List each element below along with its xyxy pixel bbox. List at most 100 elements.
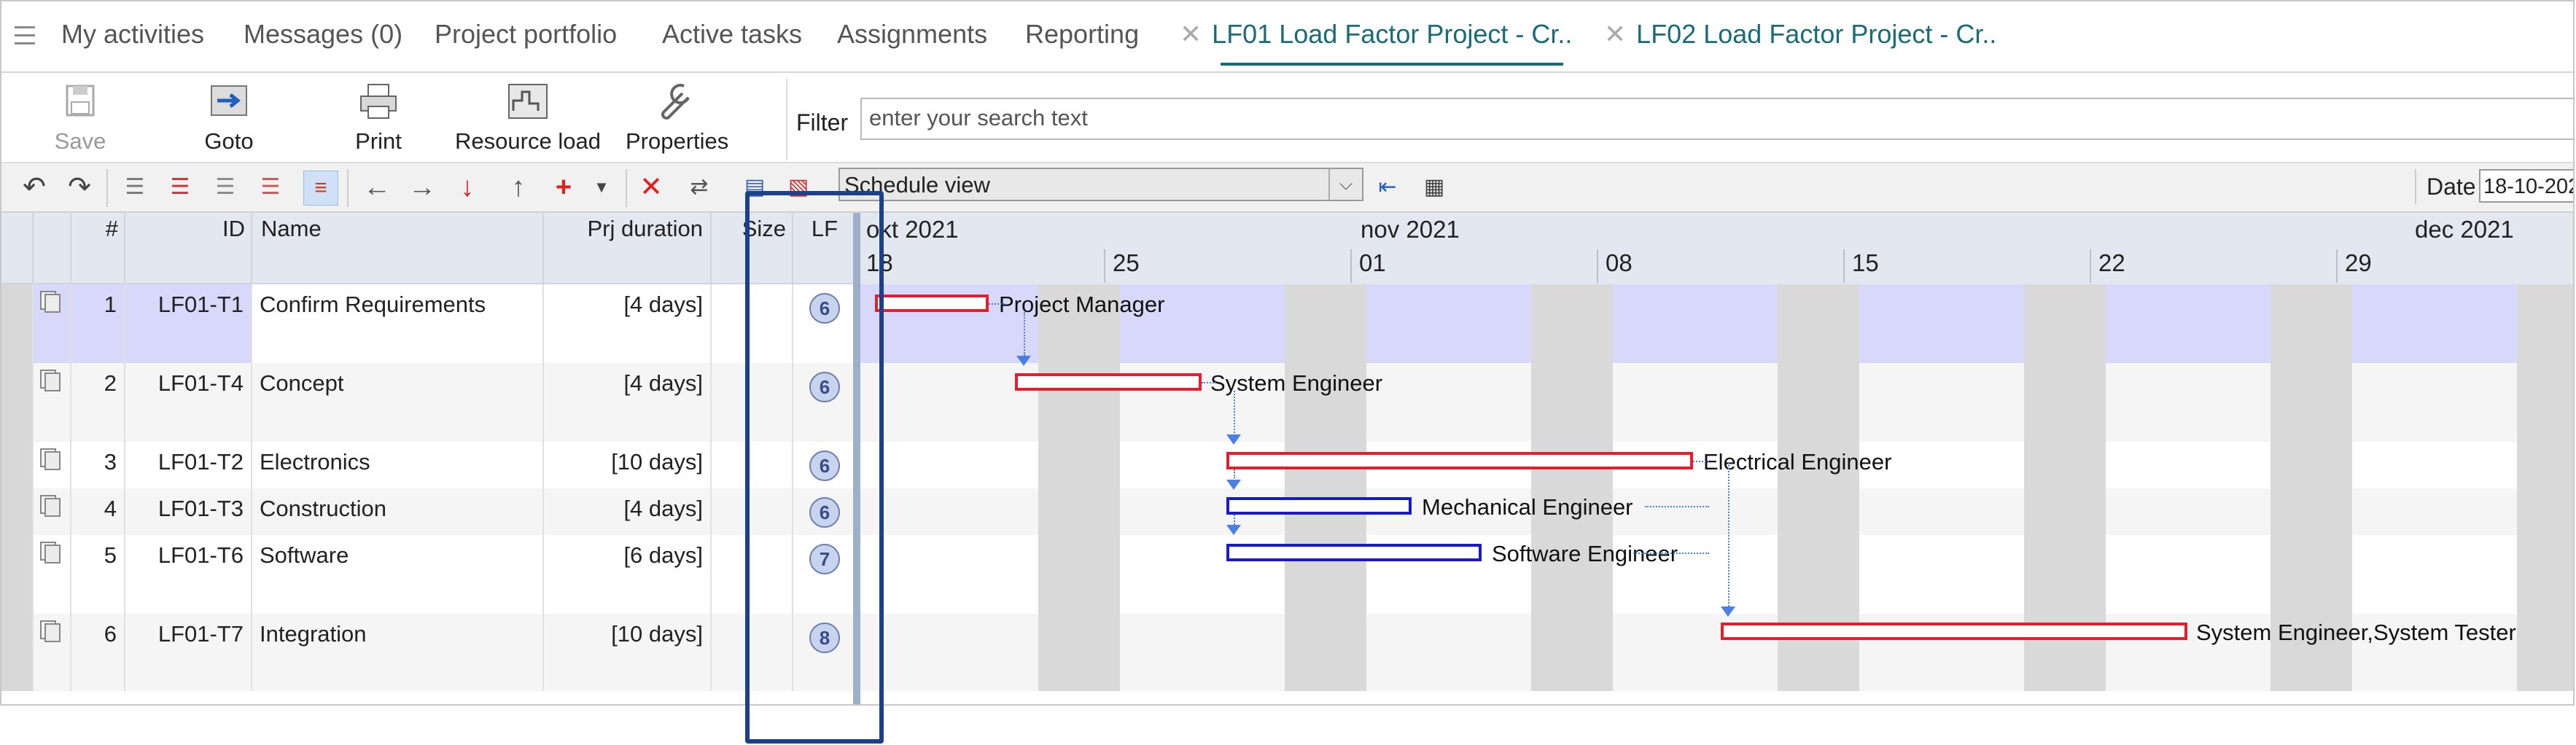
- view-select[interactable]: Schedule view ⌵: [838, 168, 1363, 201]
- filter-input[interactable]: enter your search text: [860, 98, 2573, 140]
- close-icon[interactable]: ✕: [1604, 19, 1626, 49]
- task-duration[interactable]: [10 days]: [544, 614, 712, 691]
- row-selector[interactable]: [1, 614, 34, 691]
- resource-label: System Engineer: [1210, 370, 1383, 396]
- gantt-bar-task-3[interactable]: [1226, 452, 1693, 469]
- column-header-duration[interactable]: Prj duration: [544, 213, 712, 284]
- tab-messages[interactable]: Messages (0): [244, 19, 402, 50]
- indent-icon[interactable]: ☰: [118, 171, 152, 204]
- tab-lf02-label: LF02 Load Factor Project - Cr..: [1636, 19, 1997, 49]
- arrow-left-icon[interactable]: ←: [360, 171, 394, 204]
- column-header-id[interactable]: ID: [125, 213, 252, 284]
- row-icon-cell: [34, 488, 71, 535]
- dependency-link: [1202, 382, 1216, 383]
- gantt-bar-task-4[interactable]: [1226, 497, 1412, 515]
- column-header-name[interactable]: Name: [252, 213, 544, 284]
- arrow-right-icon[interactable]: →: [405, 171, 439, 204]
- task-id[interactable]: LF01-T3: [125, 488, 252, 535]
- task-name[interactable]: Software: [252, 535, 544, 614]
- document-icon[interactable]: [38, 446, 63, 471]
- gantt-options-icon[interactable]: ▦: [1417, 171, 1451, 204]
- dependency-link: [1633, 553, 1709, 554]
- task-duration[interactable]: [6 days]: [544, 535, 712, 614]
- add-icon[interactable]: +: [547, 171, 580, 204]
- resource-label: Software Engineer: [1492, 541, 1678, 566]
- tab-active-tasks[interactable]: Active tasks: [662, 19, 802, 50]
- save-button[interactable]: Save: [51, 82, 109, 155]
- chevron-down-icon[interactable]: ▼: [585, 171, 618, 204]
- redo-icon[interactable]: ↷: [63, 171, 96, 204]
- tab-lf01-project[interactable]: ✕ LF01 Load Factor Project - Cr..: [1180, 19, 1572, 50]
- task-id[interactable]: LF01-T1: [125, 284, 252, 363]
- task-name[interactable]: Integration: [252, 614, 544, 691]
- delete-row-icon[interactable]: ☰: [254, 171, 287, 204]
- delete-icon[interactable]: ✕: [634, 171, 668, 204]
- row-selector[interactable]: [1, 488, 34, 535]
- day-tick: [1843, 249, 1845, 283]
- filter-label: Filter: [796, 109, 849, 136]
- gantt-link-icon[interactable]: ⇤: [1371, 171, 1404, 204]
- task-duration[interactable]: [4 days]: [544, 363, 712, 442]
- day-label: 01: [1359, 249, 1386, 276]
- task-duration[interactable]: [10 days]: [544, 442, 712, 488]
- day-tick: [1597, 249, 1598, 283]
- arrow-down-icon[interactable]: ↓: [451, 171, 484, 204]
- day-tick: [2090, 249, 2091, 283]
- task-id[interactable]: LF01-T7: [125, 614, 252, 691]
- task-name[interactable]: Concept: [252, 363, 544, 442]
- undo-icon[interactable]: ↶: [17, 171, 51, 204]
- column-header-num[interactable]: #: [71, 213, 125, 284]
- tab-lf01-label: LF01 Load Factor Project - Cr..: [1212, 19, 1573, 49]
- gantt-bar-task-2[interactable]: [1015, 373, 1202, 391]
- outdent-icon[interactable]: ☰: [163, 171, 197, 204]
- row-selector[interactable]: [1, 442, 34, 488]
- align-icon[interactable]: ≡: [303, 171, 338, 206]
- gantt-bar-task-1[interactable]: [875, 295, 989, 312]
- resource-load-button[interactable]: Resource load: [454, 82, 602, 155]
- row-selector[interactable]: [1, 284, 34, 363]
- tab-project-portfolio[interactable]: Project portfolio: [435, 19, 617, 50]
- gantt-bar-task-5[interactable]: [1226, 544, 1482, 561]
- task-duration[interactable]: [4 days]: [544, 488, 712, 535]
- task-id[interactable]: LF01-T2: [125, 442, 252, 488]
- task-id[interactable]: LF01-T6: [125, 535, 252, 614]
- task-name[interactable]: Construction: [252, 488, 544, 535]
- document-icon[interactable]: [38, 539, 63, 564]
- gantt-bar-task-6[interactable]: [1721, 623, 2187, 640]
- document-icon[interactable]: [38, 289, 63, 313]
- date-input[interactable]: 18-10-2021: [2479, 169, 2573, 203]
- insert-row-icon[interactable]: ☰: [209, 171, 242, 204]
- floppy-disk-icon: [58, 82, 102, 122]
- link-tasks-icon[interactable]: ⇄: [682, 171, 716, 204]
- weekend-shading: [1038, 284, 1120, 691]
- row-selector[interactable]: [1, 363, 34, 442]
- tab-assignments[interactable]: Assignments: [837, 19, 987, 50]
- document-icon[interactable]: [38, 367, 63, 392]
- grid-header-blank: [1, 213, 34, 284]
- row-icon-cell: [34, 535, 71, 614]
- weekend-shading: [2517, 284, 2573, 691]
- document-icon[interactable]: [38, 618, 63, 643]
- goto-button[interactable]: Goto: [194, 82, 264, 155]
- task-id[interactable]: LF01-T4: [125, 363, 252, 442]
- tab-lf02-project[interactable]: ✕ LF02 Load Factor Project - Cr..: [1604, 19, 1996, 50]
- row-selector[interactable]: [1, 535, 34, 614]
- close-icon[interactable]: ✕: [1180, 19, 1202, 49]
- chevron-down-icon[interactable]: ⌵: [1328, 169, 1362, 200]
- tab-my-activities[interactable]: My activities: [61, 19, 204, 50]
- active-tab-indicator: [1221, 63, 1563, 66]
- task-name[interactable]: Electronics: [252, 442, 544, 488]
- dependency-link: [1645, 506, 1709, 507]
- print-button[interactable]: Print: [346, 82, 411, 155]
- task-duration[interactable]: [4 days]: [544, 284, 712, 363]
- day-label: 25: [1113, 249, 1140, 276]
- resource-label: Electrical Engineer: [1703, 449, 1892, 475]
- document-icon[interactable]: [38, 493, 63, 518]
- row-icon-cell: [34, 363, 71, 442]
- properties-button[interactable]: Properties: [626, 82, 728, 155]
- tab-reporting[interactable]: Reporting: [1025, 19, 1139, 50]
- arrow-up-icon[interactable]: ↑: [502, 171, 535, 204]
- dependency-link: [989, 303, 1005, 305]
- task-name[interactable]: Confirm Requirements: [252, 284, 544, 363]
- menu-icon[interactable]: [15, 26, 35, 48]
